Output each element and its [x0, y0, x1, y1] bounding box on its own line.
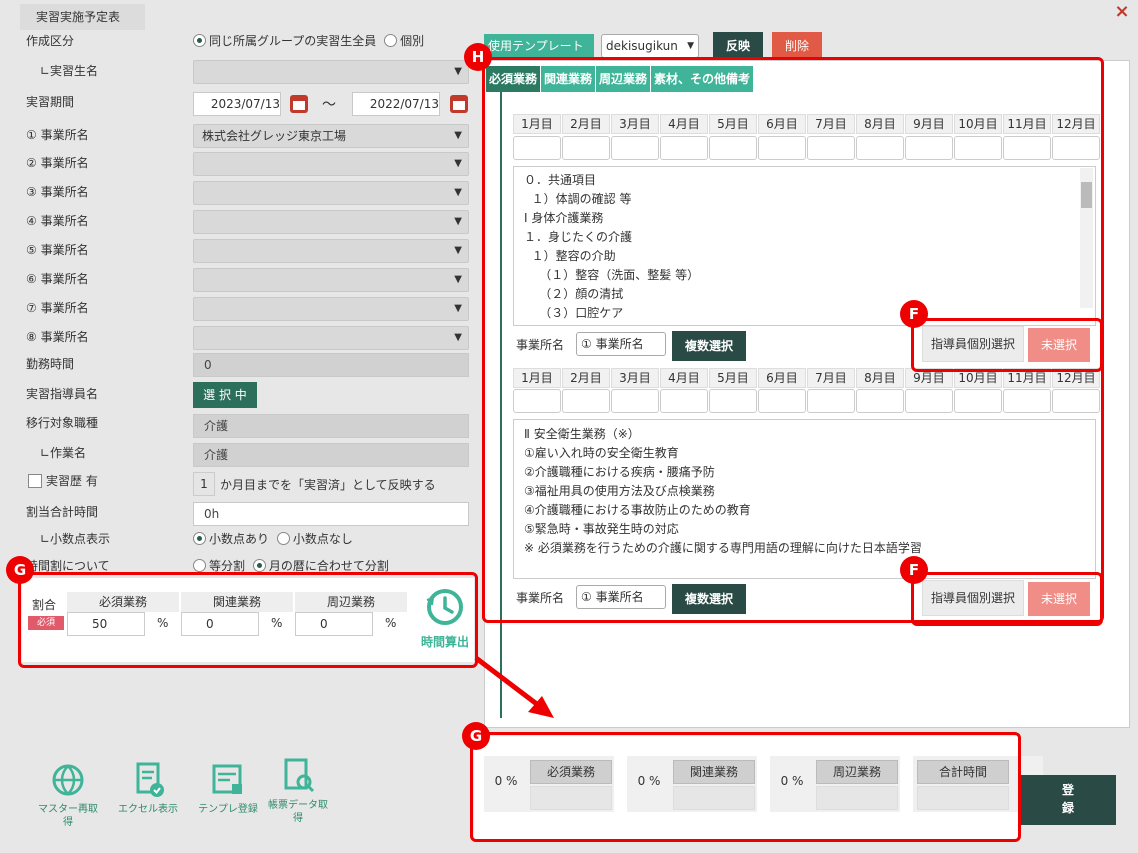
chevron-down-icon: ▼: [454, 332, 462, 343]
chevron-down-icon: ▼: [687, 41, 694, 51]
highlight-frame-f: [911, 318, 1103, 372]
globe-refresh-icon: [52, 764, 84, 796]
history-label: 実習歴 有: [46, 474, 98, 488]
calendar-icon[interactable]: [290, 95, 308, 113]
history-number-input[interactable]: 1: [193, 472, 215, 496]
work-time-field: 0: [193, 353, 469, 377]
office-select[interactable]: ▼: [193, 210, 469, 234]
marker-f: F: [900, 556, 928, 584]
excel-view-label: エクセル表示: [118, 804, 178, 815]
chevron-down-icon: ▼: [454, 130, 462, 141]
register-button[interactable]: 登録: [1020, 775, 1116, 825]
office-select-value: 株式会社グレッジ東京工場: [202, 129, 347, 143]
work-time-label: 勤務時間: [26, 357, 75, 371]
jisshusei-select[interactable]: ▼: [193, 60, 469, 84]
highlight-frame-g: [18, 572, 478, 668]
radio-equal-split-label: 等分割: [209, 559, 246, 573]
decimal-radio-group: 小数点あり 小数点なし: [193, 530, 353, 547]
instructor-select-button[interactable]: 選 択 中: [193, 382, 257, 408]
template-label: 使用テンプレート: [484, 34, 594, 58]
radio-group-all-label: 同じ所属グループの実習生全員: [209, 34, 377, 48]
sakusei-label: 作成区分: [26, 34, 75, 48]
chevron-down-icon: ▼: [454, 303, 462, 314]
office-select[interactable]: ▼: [193, 181, 469, 205]
highlight-frame-f: [911, 572, 1103, 626]
radio-calendar-split[interactable]: [252, 559, 266, 572]
office-label: ① 事業所名: [26, 128, 89, 142]
radio-individual-label: 個別: [400, 34, 425, 48]
radio-decimal-no[interactable]: [276, 532, 290, 545]
template-register-label: テンプレ登録: [198, 804, 258, 815]
history-checkbox[interactable]: [28, 474, 42, 488]
period-to-input[interactable]: 2022/07/13: [352, 92, 440, 116]
sakusei-radio-group: 同じ所属グループの実習生全員 個別: [193, 32, 424, 49]
highlight-frame-g: [470, 732, 1021, 842]
chevron-down-icon: ▼: [454, 66, 462, 77]
radio-equal-split[interactable]: [193, 559, 206, 572]
template-register-tool[interactable]: テンプレ登録: [198, 760, 258, 816]
radio-calendar-split-label: 月の暦に合わせて分割: [268, 559, 389, 573]
instructor-label: 実習指導員名: [26, 387, 99, 401]
radio-group-all[interactable]: [193, 34, 206, 47]
job-field: 介護: [193, 414, 469, 438]
task-field: 介護: [193, 443, 469, 467]
chevron-down-icon: ▼: [454, 245, 462, 256]
office-label: ⑧ 事業所名: [26, 330, 89, 344]
refresh-master-tool[interactable]: マスター再取得: [38, 760, 98, 829]
office-label: ④ 事業所名: [26, 214, 89, 228]
marker-h: H: [464, 43, 492, 71]
history-text: か月目までを「実習済」として反映する: [220, 478, 436, 492]
document-check-icon: [136, 762, 164, 797]
radio-decimal-yes[interactable]: [193, 532, 206, 545]
job-label: 移行対象職種: [26, 416, 99, 430]
task-label: ∟作業名: [40, 446, 87, 460]
decimal-label: ∟小数点表示: [40, 532, 111, 546]
delete-template-button[interactable]: 削除: [772, 32, 822, 60]
office-label: ⑥ 事業所名: [26, 272, 89, 286]
total-label: 割当合計時間: [26, 505, 99, 519]
window-tab-title: 実習実施予定表: [20, 4, 145, 30]
chevron-down-icon: ▼: [454, 158, 462, 169]
office-select[interactable]: ▼: [193, 152, 469, 176]
apply-template-button[interactable]: 反映: [713, 32, 763, 60]
chevron-down-icon: ▼: [454, 216, 462, 227]
refresh-master-label: マスター再取得: [38, 804, 98, 828]
radio-individual[interactable]: [384, 34, 398, 47]
chevron-down-icon: ▼: [454, 187, 462, 198]
marker-f: F: [900, 300, 928, 328]
radio-decimal-yes-label: 小数点あり: [209, 532, 270, 546]
chevron-down-icon: ▼: [454, 274, 462, 285]
excel-view-tool[interactable]: エクセル表示: [118, 760, 178, 816]
book-search-icon: [284, 758, 315, 793]
marker-g: G: [462, 722, 490, 750]
office-select[interactable]: ▼: [193, 297, 469, 321]
arrow-connector: [474, 656, 554, 718]
office-label: ③ 事業所名: [26, 185, 89, 199]
total-field: 0h: [193, 502, 469, 526]
form-data-label: 帳票データ取得: [268, 800, 328, 824]
marker-g: G: [6, 556, 34, 584]
template-select-value: dekisugikun: [606, 39, 678, 53]
office-select[interactable]: 株式会社グレッジ東京工場 ▼: [193, 124, 469, 148]
office-label: ② 事業所名: [26, 156, 89, 170]
office-label: ⑦ 事業所名: [26, 301, 89, 315]
register-label: 登録: [1061, 783, 1074, 815]
form-edit-icon: [212, 764, 242, 794]
office-select[interactable]: ▼: [193, 239, 469, 263]
period-label: 実習期間: [26, 95, 75, 109]
template-select[interactable]: dekisugikun ▼: [601, 34, 699, 58]
office-select[interactable]: ▼: [193, 268, 469, 292]
close-icon[interactable]: ×: [1112, 2, 1132, 22]
jisshusei-label: ∟実習生名: [40, 64, 99, 78]
office-select[interactable]: ▼: [193, 326, 469, 350]
radio-decimal-no-label: 小数点なし: [292, 532, 353, 546]
period-from-input[interactable]: 2023/07/13: [193, 92, 281, 116]
form-data-tool[interactable]: 帳票データ取得: [268, 756, 328, 825]
office-label: ⑤ 事業所名: [26, 243, 89, 257]
period-tilde: 〜: [322, 97, 336, 113]
calendar-icon[interactable]: [450, 95, 468, 113]
